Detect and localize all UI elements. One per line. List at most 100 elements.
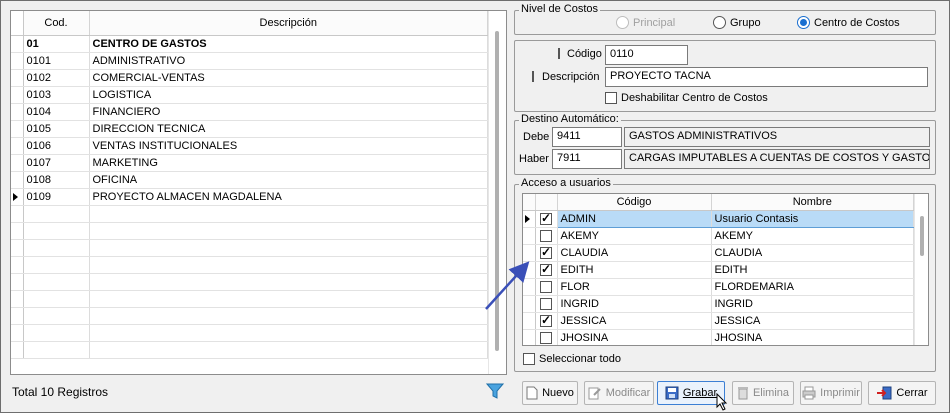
cost-centers-grid[interactable]: Cod. Descripción 01 CENTRO DE GASTOS 0101 A… [10,10,507,375]
codigo-label: Código [567,48,602,60]
codigo-field[interactable]: 0110 [605,45,688,65]
grabar-button[interactable]: Grabar [657,381,725,405]
table-row[interactable]: 0109 PROYECTO ALMACEN MAGDALENA [11,188,488,206]
row-indicator [11,52,24,70]
table-row[interactable]: 0106 VENTAS INSTITUCIONALES [11,137,488,155]
users-vertical-scrollbar[interactable] [914,194,928,345]
empty-cell [23,222,90,240]
debe-label: Debe [523,131,550,143]
table-row[interactable]: 0108 OFICINA [11,171,488,189]
user-row[interactable]: JHOSINA JHOSINA [523,329,914,345]
table-row[interactable]: 0104 FINANCIERO [11,103,488,121]
cell-cod: 01 [23,35,90,53]
user-row[interactable]: ADMINUsuario Contasis [523,209,914,228]
row-indicator [11,290,24,308]
row-indicator [11,222,24,240]
radio-button[interactable] [797,16,810,29]
cell-cod: 0105 [23,120,90,138]
cell-descripcion: MARKETING [89,154,488,172]
users-access-grid[interactable]: Código Nombre ADMINUsuario ContasisAKEMY… [522,193,929,346]
cell-descripcion: VENTAS INSTITUCIONALES [89,137,488,155]
user-row[interactable]: CLAUDIACLAUDIA [523,244,914,262]
elimina-button[interactable]: Elimina [732,381,794,405]
empty-cell [23,256,90,274]
empty-row [11,222,488,240]
user-access-cell[interactable] [535,210,558,228]
mouse-cursor-icon [716,393,728,411]
deshabilitar-label: Deshabilitar Centro de Costos [621,92,768,104]
table-row[interactable]: 0105 DIRECCION TECNICA [11,120,488,138]
descripcion-field[interactable]: PROYECTO TACNA [605,67,928,87]
select-all-checkbox[interactable] [523,353,535,365]
imprimir-button[interactable]: Imprimir [800,381,862,405]
row-indicator [11,307,24,325]
printer-icon [802,386,816,400]
nuevo-button[interactable]: Nuevo [522,381,578,405]
cell-cod: 0109 [23,188,90,206]
table-row[interactable]: 0103 LOGISTICA [11,86,488,104]
column-header-nombre[interactable]: Nombre [711,194,914,211]
table-row[interactable]: 0102 COMERCIAL-VENTAS [11,69,488,87]
vertical-scrollbar[interactable] [488,11,506,374]
empty-cell [89,341,488,359]
user-row[interactable]: FLOR FLORDEMARIA [523,278,914,296]
user-access-cell[interactable] [535,227,558,245]
user-row[interactable]: JESSICAJESSICA [523,312,914,330]
radio-centro-costos-label: Centro de Costos [814,16,900,29]
empty-cell [89,290,488,308]
cell-user-code: AKEMY [557,227,712,245]
table-row[interactable]: 0107 MARKETING [11,154,488,172]
user-access-checkbox[interactable] [540,313,552,327]
column-header-descripcion[interactable]: Descripción [89,11,488,36]
haber-code-field[interactable]: 7911 [552,149,622,169]
row-indicator [11,35,24,53]
required-marker [558,48,560,59]
select-all-row[interactable]: Seleccionar todo [523,353,621,365]
empty-cell [89,222,488,240]
deshabilitar-checkbox[interactable] [605,92,617,104]
user-row[interactable]: EDITHEDITH [523,261,914,279]
column-header-cod[interactable]: Cod. [23,11,90,36]
user-row[interactable]: AKEMY AKEMY [523,227,914,245]
table-row[interactable]: 01 CENTRO DE GASTOS [11,35,488,53]
cell-descripcion: ADMINISTRATIVO [89,52,488,70]
filter-icon[interactable] [486,382,504,400]
user-access-cell[interactable] [535,329,558,345]
acceso-usuarios-title: Acceso a usuarios [519,177,613,189]
cell-cod: 0104 [23,103,90,121]
empty-row [11,273,488,291]
table-row[interactable]: 0101 ADMINISTRATIVO [11,52,488,70]
user-row[interactable]: INGRID INGRID [523,295,914,313]
radio-grupo[interactable]: Grupo [713,16,761,29]
save-icon [665,386,679,400]
empty-cell [23,324,90,342]
empty-cell [23,273,90,291]
cell-user-name: FLORDEMARIA [711,278,914,296]
cerrar-button[interactable]: Cerrar [868,381,936,405]
cell-descripcion: PROYECTO ALMACEN MAGDALENA [89,188,488,206]
radio-centro-costos[interactable]: Centro de Costos [797,16,900,29]
radio-principal-label: Principal [633,16,676,29]
empty-row [11,341,488,359]
exit-icon [877,386,892,400]
user-access-checkbox[interactable] [540,211,552,225]
scrollbar-thumb[interactable] [920,216,924,256]
empty-cell [23,290,90,308]
radio-button[interactable] [713,16,726,29]
deshabilitar-checkbox-row[interactable]: Deshabilitar Centro de Costos [605,92,768,104]
debe-code-field[interactable]: 9411 [552,127,622,147]
modificar-button[interactable]: Modificar [584,381,654,405]
column-header-codigo[interactable]: Código [557,194,712,211]
radio-principal[interactable]: Principal [616,16,675,29]
cell-user-name: CLAUDIA [711,244,914,262]
user-access-checkbox[interactable] [540,331,552,344]
grid-header-row: Cod. Descripción [11,11,488,36]
radio-button[interactable] [616,16,629,29]
empty-cell [89,273,488,291]
row-indicator [11,154,24,172]
user-access-checkbox[interactable] [540,229,552,242]
empty-cell [23,307,90,325]
cell-user-code: FLOR [557,278,712,296]
row-indicator [11,171,24,189]
empty-cell [89,324,488,342]
